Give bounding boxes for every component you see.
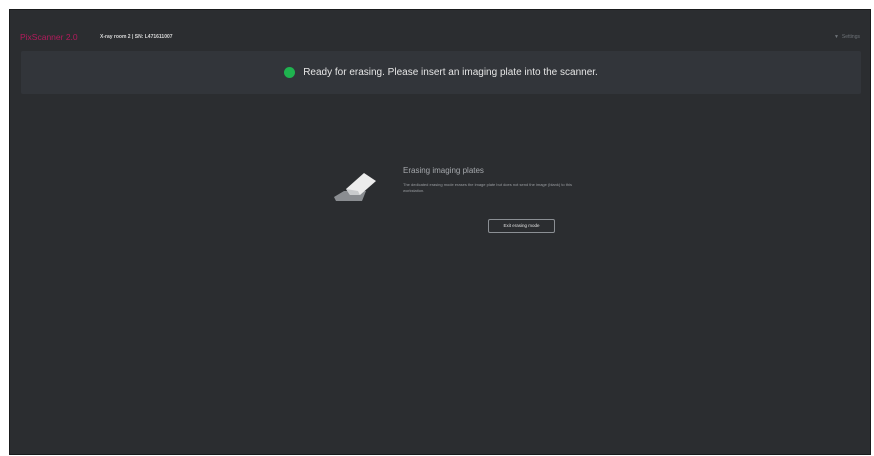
eraser-icon xyxy=(334,173,376,201)
status-message: Ready for erasing. Please insert an imag… xyxy=(303,67,598,78)
settings-menu-label: Settings xyxy=(841,34,860,40)
device-info: X-ray room 2 | SN: L471611007 xyxy=(100,34,173,40)
status-indicator-icon xyxy=(284,67,296,78)
app-title: PixScanner 2.0 xyxy=(20,32,78,42)
app-window: PixScanner 2.0 X-ray room 2 | SN: L47161… xyxy=(9,9,871,455)
status-banner: Ready for erasing. Please insert an imag… xyxy=(21,51,861,94)
screen-frame: PixScanner 2.0 X-ray room 2 | SN: L47161… xyxy=(0,0,874,456)
settings-menu[interactable]: ▼ Settings xyxy=(834,30,860,44)
erasing-title: Erasing imaging plates xyxy=(403,166,484,175)
exit-erasing-mode-button[interactable]: Exit erasing mode xyxy=(488,219,555,233)
chevron-down-icon: ▼ xyxy=(833,34,839,40)
erasing-description: The dedicated erasing mode erases the im… xyxy=(403,182,572,193)
top-bar: PixScanner 2.0 X-ray room 2 | SN: L47161… xyxy=(20,30,860,44)
